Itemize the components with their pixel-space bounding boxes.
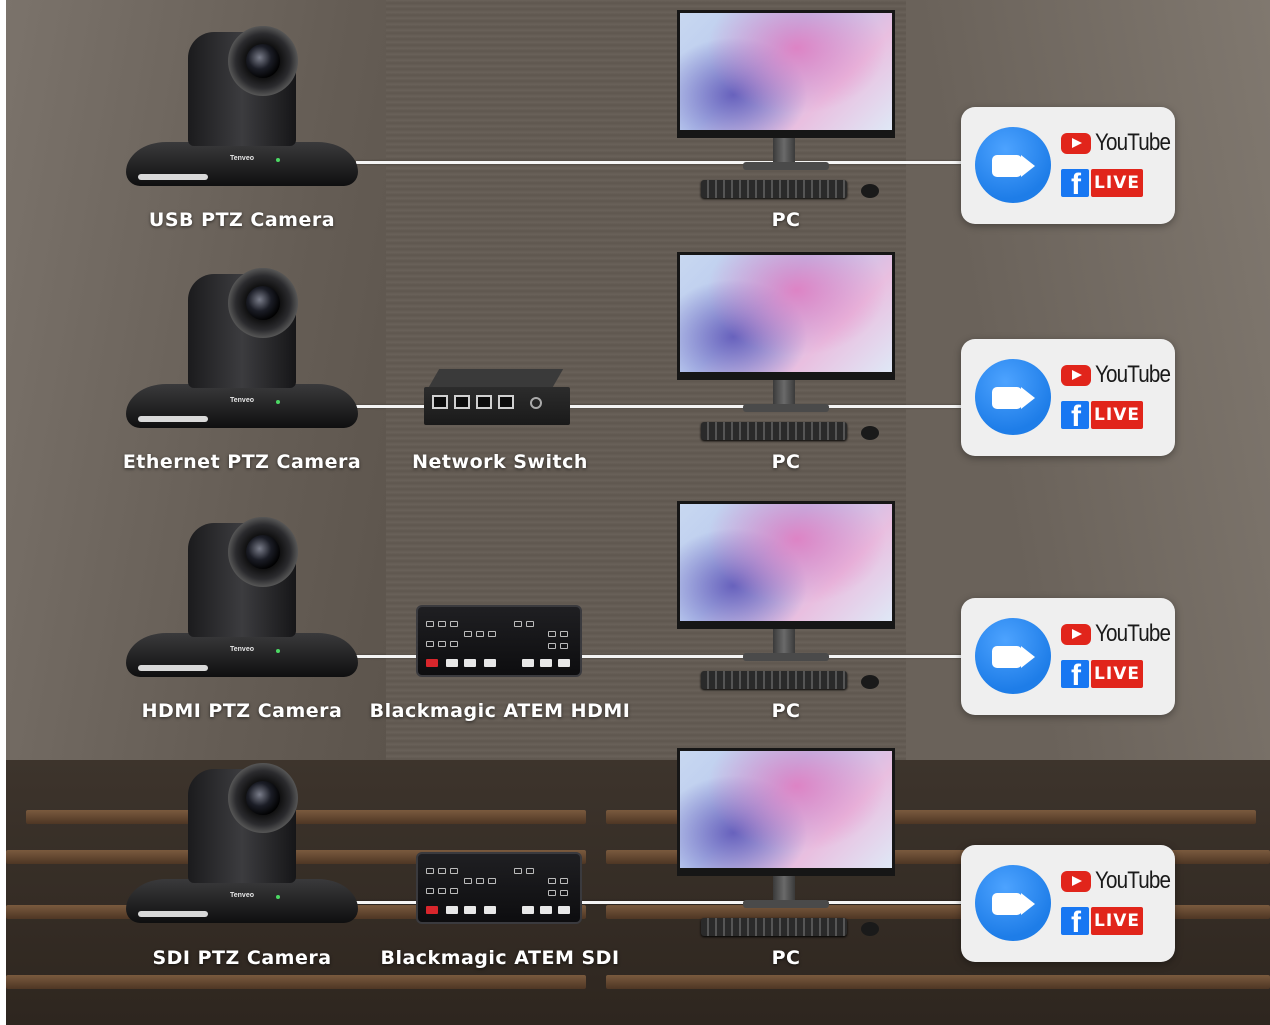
pc-label: PC [771,700,801,722]
atem-switcher-icon [416,605,582,677]
keyboard-icon [701,180,847,198]
facebook-icon: f [1061,907,1089,935]
camera-brand: Tenveo [230,892,254,899]
streaming-platforms-card: YouTube f LIVE [961,598,1175,715]
live-badge: LIVE [1091,169,1143,197]
camera-brand: Tenveo [230,155,254,162]
youtube-play-icon [1061,365,1091,386]
ethernet-ptz-camera-label: Ethernet PTZ Camera [122,451,362,473]
ptz-camera-icon: Tenveo [126,515,358,680]
pew [6,975,586,989]
mouse-icon [861,426,879,440]
zoom-video-icon [975,359,1051,435]
camera-brand: Tenveo [230,397,254,404]
zoom-video-icon [975,865,1051,941]
pc-monitor-icon [677,252,897,452]
streaming-platforms-card: YouTube f LIVE [961,339,1175,456]
mouse-icon [861,184,879,198]
youtube-wordmark: YouTube [1095,867,1171,894]
ptz-camera-icon: Tenveo [126,266,358,431]
streaming-platforms-card: YouTube f LIVE [961,845,1175,962]
youtube-wordmark: YouTube [1095,129,1171,156]
mouse-icon [861,922,879,936]
usb-ptz-camera-label: USB PTZ Camera [148,209,336,231]
sdi-ptz-camera-label: SDI PTZ Camera [152,947,332,969]
ptz-camera-icon: Tenveo [126,24,358,189]
camera-brand: Tenveo [230,646,254,653]
pc-monitor-icon [677,501,897,701]
youtube-play-icon [1061,624,1091,645]
streaming-platforms-card: YouTube f LIVE [961,107,1175,224]
pew [606,975,1270,989]
facebook-icon: f [1061,660,1089,688]
network-switch-label: Network Switch [412,451,588,473]
live-badge: LIVE [1091,907,1143,935]
youtube-play-icon [1061,133,1091,154]
pc-label: PC [771,947,801,969]
youtube-play-icon [1061,871,1091,892]
facebook-icon: f [1061,401,1089,429]
live-badge: LIVE [1091,660,1143,688]
zoom-video-icon [975,127,1051,203]
hdmi-ptz-camera-label: HDMI PTZ Camera [141,700,343,722]
atem-sdi-label: Blackmagic ATEM SDI [380,947,620,969]
atem-switcher-icon [416,852,582,924]
live-badge: LIVE [1091,401,1143,429]
network-switch-icon [424,369,570,427]
pc-label: PC [771,209,801,231]
pc-label: PC [771,451,801,473]
pc-monitor-icon [677,748,897,948]
keyboard-icon [701,918,847,936]
diagram-canvas: Tenveo USB PTZ Camera PC YouTube f LIVE … [6,0,1270,1025]
atem-hdmi-label: Blackmagic ATEM HDMI [369,700,631,722]
youtube-wordmark: YouTube [1095,361,1171,388]
facebook-icon: f [1061,169,1089,197]
keyboard-icon [701,671,847,689]
mouse-icon [861,675,879,689]
zoom-video-icon [975,618,1051,694]
ptz-camera-icon: Tenveo [126,761,358,926]
youtube-wordmark: YouTube [1095,620,1171,647]
keyboard-icon [701,422,847,440]
pc-monitor-icon [677,10,897,210]
